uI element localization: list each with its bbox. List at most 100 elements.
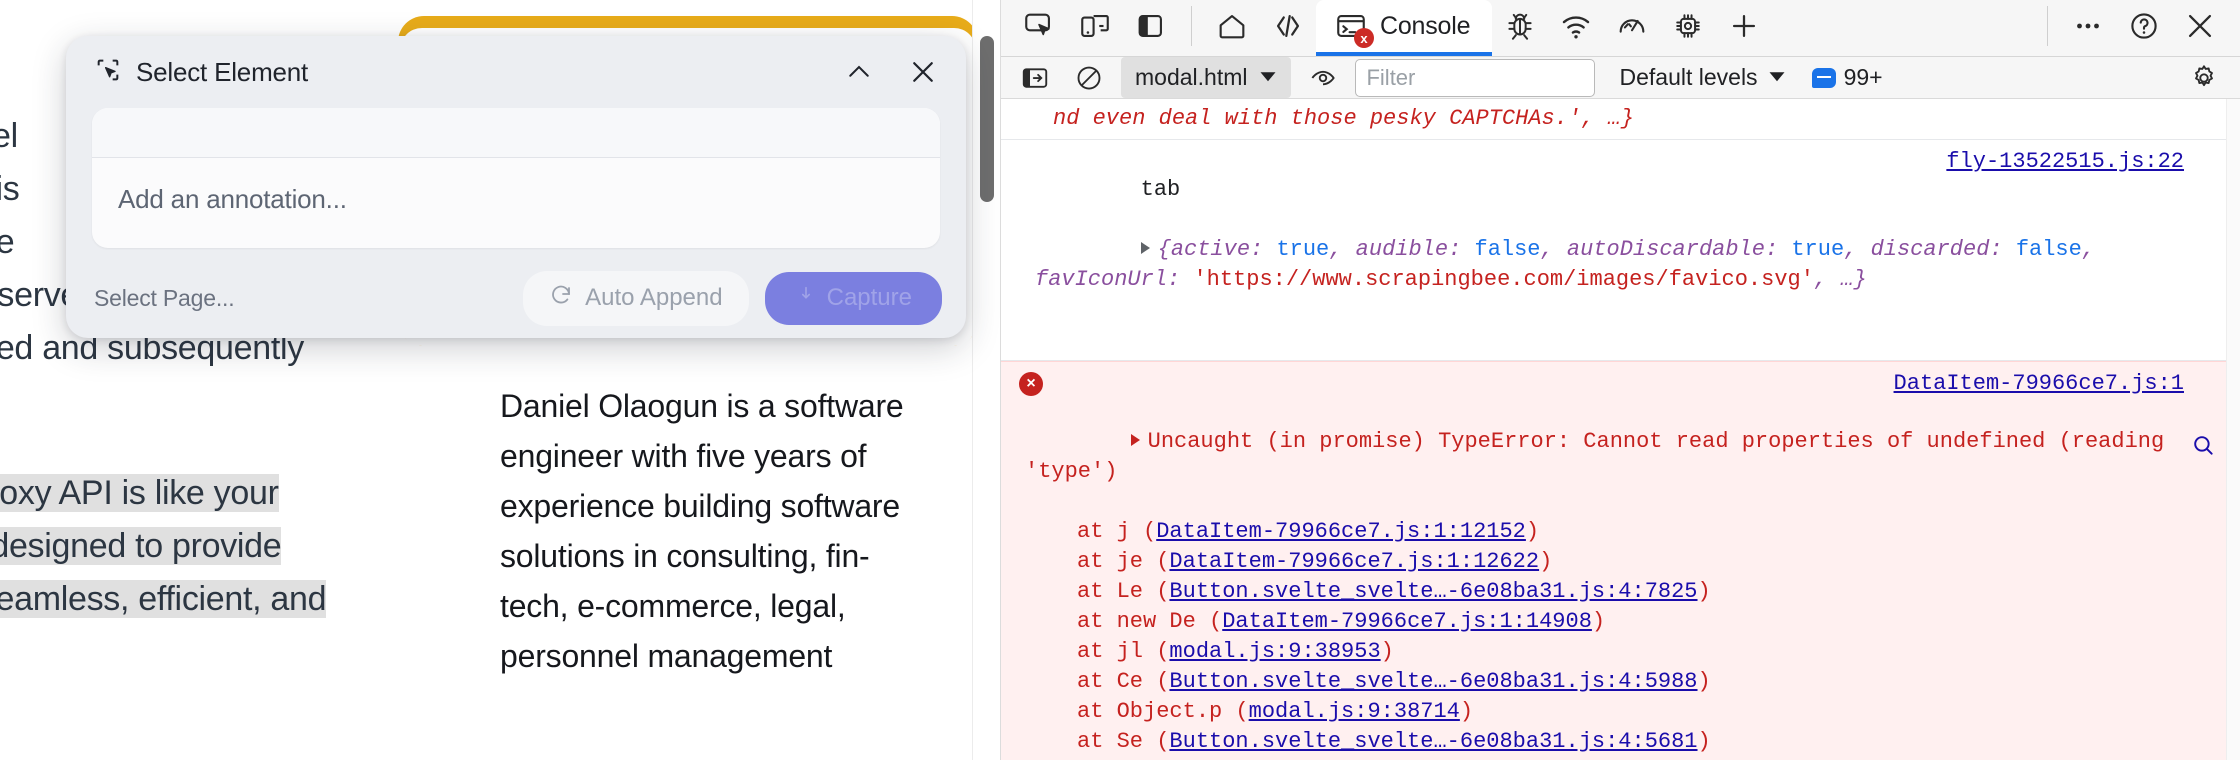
stack-frame-link[interactable]: DataItem-79966ce7.js:1:14908: [1222, 609, 1592, 634]
console-context-value: modal.html: [1135, 64, 1248, 90]
screen-root: e wel g this e me our server IP address …: [0, 0, 2240, 760]
page-scrollbar-thumb[interactable]: [980, 36, 994, 202]
console-error-stack: at j (DataItem-79966ce7.js:1:12152) at je…: [1025, 517, 2184, 760]
console-message-count[interactable]: 99+: [1811, 64, 1883, 91]
network-wifi-icon[interactable]: [1548, 0, 1604, 52]
modal-header-actions: [842, 55, 940, 89]
console-token: false: [1474, 237, 1541, 262]
elements-code-icon[interactable]: [1260, 0, 1316, 52]
selection-highlight: It's designed to provide: [0, 527, 282, 565]
memory-chip-icon[interactable]: [1660, 0, 1716, 52]
add-panel-icon[interactable]: [1716, 0, 1772, 52]
auto-append-button[interactable]: Auto Append: [523, 270, 749, 326]
expand-triangle-icon[interactable]: [1140, 242, 1150, 254]
stack-frame-link[interactable]: DataItem-79966ce7.js:1:12622: [1169, 549, 1539, 574]
chevron-up-icon[interactable]: [842, 55, 876, 89]
modal-body: Add an annotation...: [66, 108, 966, 248]
close-icon[interactable]: [906, 55, 940, 89]
tab-console[interactable]: x Console: [1316, 0, 1493, 56]
performance-icon[interactable]: [1604, 0, 1660, 52]
stack-frame-link[interactable]: modal.js:9:38714: [1249, 699, 1460, 724]
select-page-button[interactable]: Select Page...: [94, 285, 235, 312]
console-filter-bar: modal.html Default levels 99: [1001, 57, 2240, 99]
console-levels-label: Default levels: [1619, 64, 1758, 90]
console-scrollbar[interactable]: [2226, 99, 2240, 760]
console-token: favIconUrl:: [1035, 267, 1194, 292]
console-error-row[interactable]: × Uncaught (in promise) TypeError: Canno…: [1001, 361, 2240, 760]
auto-append-label: Auto Append: [585, 284, 723, 311]
stack-frame-link[interactable]: Button.svelte_svelte…-6e08ba31.js:4:7825: [1169, 579, 1697, 604]
stack-frame-function: at je (: [1077, 549, 1170, 574]
stack-frame-link[interactable]: DataItem-79966ce7.js:1:12152: [1156, 519, 1526, 544]
console-message-count-label: 99+: [1843, 64, 1883, 90]
console-token: false: [2015, 237, 2082, 262]
select-element-icon: [94, 56, 122, 89]
capture-button[interactable]: Capture: [764, 271, 942, 325]
stack-frame-close: ): [1380, 639, 1394, 664]
stack-frame-function: at Le (: [1077, 579, 1170, 604]
debugger-bug-icon[interactable]: [1492, 0, 1548, 52]
selection-highlight: re seamless, efficient, and: [0, 580, 327, 618]
tab-error-badge: x: [1354, 28, 1374, 48]
console-sidebar-icon[interactable]: [1013, 58, 1057, 98]
console-stack-frame: at Ce (Button.svelte_svelte…-6e08ba31.js…: [1077, 667, 2184, 697]
console-token: ,: [1329, 237, 1356, 262]
console-log-preview: {active: true, audible: false, autoDisca…: [1035, 237, 2108, 292]
console-stack-frame: at Se (Button.svelte_svelte…-6e08ba31.js…: [1077, 727, 2184, 757]
console-source-link[interactable]: fly-13522515.js:22: [1946, 147, 2184, 177]
page-scrollbar[interactable]: [972, 0, 1000, 760]
stack-frame-close: ): [1539, 549, 1553, 574]
stack-frame-function: at jl (: [1077, 639, 1170, 664]
more-options-icon[interactable]: [2060, 0, 2116, 52]
modal-footer: Select Page... Auto Append Capture: [66, 258, 966, 338]
console-token: active:: [1170, 237, 1277, 262]
devtools-window-controls: [2035, 0, 2240, 56]
stack-frame-close: ): [1525, 519, 1540, 544]
stack-frame-close: ): [1697, 579, 1711, 604]
message-bubble-icon: [1811, 67, 1836, 88]
console-log-row[interactable]: tab {active: true, audible: false, autoD…: [1001, 140, 2240, 361]
stack-frame-link[interactable]: modal.js:9:38953: [1169, 639, 1380, 664]
clear-console-icon[interactable]: [1067, 58, 1111, 98]
stack-frame-link[interactable]: Button.svelte_svelte…-6e08ba31.js:4:5681: [1169, 729, 1697, 754]
console-truncated-line: nd even deal with those pesky CAPTCHAs.'…: [1001, 99, 2240, 140]
console-stack-frame: at je (DataItem-79966ce7.js:1:12622): [1077, 547, 2184, 577]
console-context-selector[interactable]: modal.html: [1121, 57, 1292, 98]
refresh-icon: [549, 283, 573, 314]
home-icon[interactable]: [1204, 0, 1260, 52]
stack-frame-function: at Se (: [1077, 729, 1170, 754]
console-output[interactable]: nd even deal with those pesky CAPTCHAs.'…: [1001, 99, 2240, 760]
console-stack-frame: at jl (modal.js:9:38953): [1077, 637, 2184, 667]
tab-console-label: Console: [1380, 11, 1471, 40]
dock-panel-icon[interactable]: [1123, 0, 1179, 52]
caret-down-icon: [1768, 64, 1786, 91]
highlighted-article-line: A proxy API is like your: [0, 467, 410, 520]
modal-title: Select Element: [136, 56, 309, 87]
help-icon[interactable]: [2116, 0, 2172, 52]
stack-frame-close: ): [1697, 669, 1711, 694]
console-levels-selector[interactable]: Default levels: [1619, 64, 1785, 91]
annotation-input-placeholder[interactable]: Add an annotation...: [92, 158, 940, 215]
console-log-label: tab: [1140, 177, 1181, 202]
gear-icon[interactable]: [2182, 58, 2226, 98]
console-token: , …}: [1813, 267, 1867, 292]
close-devtools-icon[interactable]: [2172, 0, 2228, 52]
console-filter-input[interactable]: [1355, 58, 1596, 97]
console-stack-frame: at Object.p (modal.js:9:38714): [1077, 697, 2184, 727]
console-error-title: Uncaught (in promise) TypeError: Cannot …: [1025, 429, 2178, 484]
expand-triangle-icon[interactable]: [1130, 434, 1140, 446]
search-issue-icon[interactable]: [2190, 372, 2216, 455]
device-toolbar-icon[interactable]: [1067, 0, 1123, 52]
annotation-box[interactable]: Add an annotation...: [92, 108, 940, 248]
console-token: true: [1276, 237, 1330, 262]
console-error-source-link[interactable]: DataItem-79966ce7.js:1: [1894, 369, 2184, 399]
error-circle-icon: ×: [1019, 372, 1043, 396]
modal-header: Select Element: [66, 36, 966, 108]
stack-frame-function: at Ce (: [1077, 669, 1170, 694]
highlighted-article-line: re seamless, efficient, and: [0, 573, 410, 626]
download-icon: [795, 284, 817, 313]
stack-frame-link[interactable]: Button.svelte_svelte…-6e08ba31.js:4:5988: [1169, 669, 1697, 694]
eye-icon[interactable]: [1301, 58, 1345, 98]
inspect-element-icon[interactable]: [1011, 0, 1067, 52]
